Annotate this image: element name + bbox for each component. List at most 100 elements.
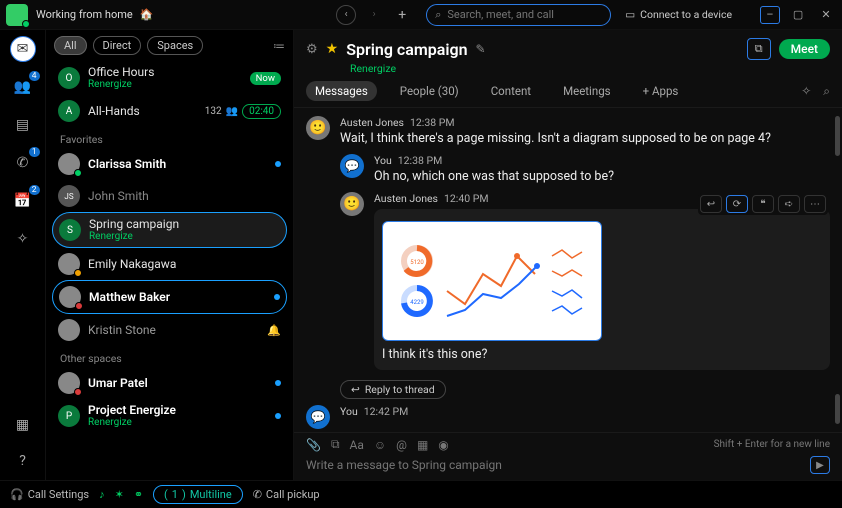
tab-people[interactable]: People (30) — [391, 81, 468, 101]
headset-icon: 🎧 — [10, 488, 24, 501]
svg-text:4229: 4229 — [410, 299, 424, 306]
gif-icon[interactable]: ▦ — [417, 438, 428, 452]
rail-teams[interactable]: 👥 4 — [10, 74, 36, 100]
send-button[interactable]: ▶ — [810, 456, 830, 474]
message-thread[interactable]: 🙂 Austen Jones12:38 PM Wait, I think the… — [294, 108, 842, 432]
window-close[interactable]: ✕ — [816, 8, 836, 21]
mention-icon[interactable]: @ — [396, 438, 407, 452]
react-thread-icon[interactable]: ⟳ — [726, 195, 748, 213]
avatar — [58, 253, 80, 275]
sender: Austen Jones — [374, 192, 438, 205]
composer-input[interactable] — [306, 458, 810, 472]
history-back-button[interactable]: ‹ — [336, 5, 356, 25]
list-item[interactable]: O Office Hours Renergize Now — [52, 61, 287, 95]
rail-calling[interactable]: ✆ 1 — [10, 150, 36, 176]
tab-meetings[interactable]: Meetings — [554, 81, 620, 101]
cast-icon: ▭ — [625, 8, 635, 21]
list-item[interactable]: Clarissa Smith — [52, 148, 287, 180]
tab-apps[interactable]: + Apps — [634, 81, 688, 101]
list-item[interactable]: JS John Smith — [52, 180, 287, 212]
call-pickup-button[interactable]: ✆ Call pickup — [253, 488, 320, 501]
rail-navigation[interactable]: ✧ — [10, 226, 36, 252]
window-minimize[interactable]: – — [760, 6, 780, 24]
avatar — [58, 153, 80, 175]
rail-contacts[interactable]: ▤ — [10, 112, 36, 138]
list-item[interactable]: P Project Energize Renergize — [52, 399, 287, 433]
quoted-block: ↩ ⟳ ❝ ➪ ⋯ 5120 — [374, 209, 830, 370]
attach-icon[interactable]: 📎 — [306, 438, 321, 452]
window-maximize[interactable]: ▢ — [788, 8, 808, 21]
list-item[interactable]: A All-Hands 132 👥 02:40 — [52, 95, 287, 127]
bitmoji-icon[interactable]: ◉ — [438, 438, 448, 452]
pencil-icon[interactable]: ✎ — [476, 42, 486, 56]
participant-count: 132 — [205, 106, 222, 117]
avatar: 💬 — [340, 154, 364, 178]
list-item[interactable]: Emily Nakagawa — [52, 248, 287, 280]
search-input[interactable] — [447, 8, 602, 21]
react-forward-icon[interactable]: ➪ — [778, 195, 800, 213]
list-item[interactable]: Matthew Baker — [52, 280, 287, 314]
rail-help[interactable]: ? — [10, 448, 36, 474]
item-sub: Renergize — [88, 79, 154, 90]
connect-device-button[interactable]: ▭ Connect to a device — [625, 8, 732, 21]
filter-icon[interactable]: ≔ — [273, 39, 285, 53]
item-name: Office Hours — [88, 66, 154, 79]
presence-icon[interactable]: ✶ — [115, 488, 124, 501]
search-icon: ⌕ — [435, 8, 441, 22]
global-search[interactable]: ⌕ — [426, 4, 611, 26]
status-text: Working from home — [36, 8, 133, 21]
presence-status[interactable]: Working from home 🏠 — [36, 8, 153, 21]
multiline-button[interactable]: (1) Multiline — [153, 485, 243, 504]
tab-messages[interactable]: Messages — [306, 81, 377, 101]
search-icon[interactable]: ⌕ — [823, 84, 830, 99]
new-button[interactable]: + — [392, 5, 412, 25]
react-reply-icon[interactable]: ↩ — [700, 195, 722, 213]
list-item-selected[interactable]: S Spring campaign Renergize — [52, 212, 287, 248]
item-name: Emily Nakagawa — [88, 258, 176, 271]
avatar: P — [58, 405, 80, 427]
scrollbar[interactable] — [835, 114, 840, 426]
compass-icon: ✧ — [17, 231, 29, 247]
reply-label: Reply to thread — [365, 383, 435, 396]
unread-dot — [275, 380, 281, 386]
emoji-icon[interactable]: ☺ — [374, 438, 386, 452]
history-forward-button[interactable]: › — [364, 5, 384, 25]
audio-icon[interactable]: ♪ — [99, 488, 105, 501]
avatar: 🙂 — [306, 116, 330, 140]
badge: 4 — [29, 71, 40, 81]
image-attachment[interactable]: 5120 4229 — [382, 221, 602, 341]
format-icon[interactable]: Аа — [350, 438, 364, 452]
react-quote-icon[interactable]: ❝ — [752, 195, 774, 213]
avatar — [58, 319, 80, 341]
star-icon[interactable]: ★ — [326, 41, 339, 57]
self-avatar[interactable] — [6, 4, 28, 26]
rail-apps[interactable]: ▦ — [10, 412, 36, 438]
sender: You — [340, 405, 358, 418]
filter-all[interactable]: All — [54, 36, 87, 55]
gear-icon[interactable]: ⚙ — [306, 42, 318, 57]
badge: 1 — [29, 147, 40, 157]
meet-button[interactable]: Meet — [779, 39, 830, 59]
multiline-label: Multiline — [190, 488, 232, 501]
react-more-icon[interactable]: ⋯ — [804, 195, 826, 213]
call-settings-button[interactable]: 🎧 Call Settings — [10, 488, 89, 501]
filter-spaces[interactable]: Spaces — [147, 36, 203, 55]
link-icon[interactable]: ⚭ — [134, 488, 143, 501]
item-name: Spring campaign — [89, 218, 179, 231]
reply-thread-button[interactable]: ↩ Reply to thread — [340, 380, 446, 399]
screenshot-icon[interactable]: ⧉ — [331, 437, 340, 452]
rail-meetings[interactable]: 📅 2 — [10, 188, 36, 214]
message: 💬 You12:38 PM Oh no, which one was that … — [340, 154, 830, 184]
rail-messaging[interactable]: ✉ — [10, 36, 36, 62]
list-item[interactable]: Kristin Stone 🔔 — [52, 314, 287, 346]
expand-panel-button[interactable]: ⧉ — [747, 38, 771, 60]
filter-direct[interactable]: Direct — [93, 36, 142, 55]
multiline-badge: 1 — [172, 488, 178, 501]
space-title: Spring campaign — [346, 40, 467, 59]
section-other: Other spaces — [52, 346, 287, 367]
space-org: Renergize — [294, 62, 842, 75]
list-item[interactable]: Umar Patel — [52, 367, 287, 399]
message-text: Oh no, which one was that supposed to be… — [374, 169, 830, 184]
tab-content[interactable]: Content — [482, 81, 540, 101]
pin-icon[interactable]: ✧ — [801, 84, 811, 99]
